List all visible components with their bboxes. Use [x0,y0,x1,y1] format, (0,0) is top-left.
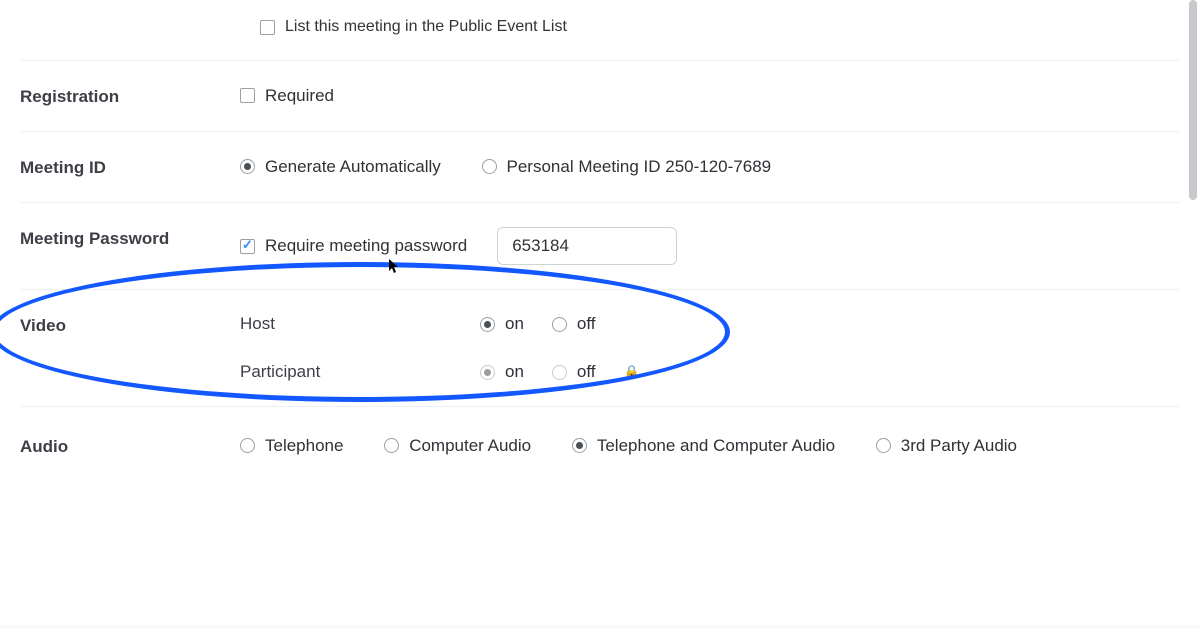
registration-row: Registration Required [20,61,1180,132]
meeting-id-auto-label: Generate Automatically [265,157,441,177]
registration-section-label: Registration [20,85,240,107]
audio-computer-radio[interactable] [384,438,399,453]
audio-both-radio[interactable] [572,438,587,453]
bottom-fade [0,624,1200,628]
lock-icon: 🔒 [624,364,640,380]
audio-telephone-label: Telephone [265,436,343,456]
scrollbar-thumb[interactable] [1189,0,1197,200]
video-participant-off-radio[interactable] [552,365,567,380]
require-password-checkbox[interactable] [240,239,255,254]
require-password-label: Require meeting password [265,236,467,256]
video-participant-label: Participant [240,362,480,382]
video-participant-on-radio[interactable] [480,365,495,380]
audio-row: Audio Telephone Computer Audio Telephone… [20,407,1180,487]
audio-thirdparty-radio[interactable] [876,438,891,453]
registration-required-label: Required [265,86,334,106]
audio-both-label: Telephone and Computer Audio [597,436,835,456]
video-host-off-radio[interactable] [552,317,567,332]
meeting-id-personal-label: Personal Meeting ID 250-120-7689 [507,157,772,177]
video-host-subrow: Host on off [240,314,1180,334]
video-participant-on-label: on [505,362,524,382]
public-event-list-checkbox[interactable] [260,20,275,35]
video-participant-off-label: off [577,362,596,382]
audio-computer-label: Computer Audio [409,436,531,456]
meeting-password-section-label: Meeting Password [20,227,240,249]
video-host-on-label: on [505,314,524,334]
public-event-list-label: List this meeting in the Public Event Li… [285,18,567,36]
public-event-list-row: List this meeting in the Public Event Li… [20,0,1180,61]
video-row: Video Host on off [20,290,1180,407]
meeting-password-input[interactable]: 653184 [497,227,677,265]
video-participant-subrow: Participant on off 🔒 [240,362,1180,382]
video-host-off-label: off [577,314,596,334]
video-section-label: Video [20,314,240,336]
meeting-id-section-label: Meeting ID [20,156,240,178]
meeting-id-personal-radio[interactable] [482,159,497,174]
meeting-password-row: Meeting Password Require meeting passwor… [20,203,1180,290]
audio-section-label: Audio [20,435,240,457]
meeting-id-row: Meeting ID Generate Automatically Person… [20,132,1180,203]
meeting-id-auto-radio[interactable] [240,159,255,174]
video-host-on-radio[interactable] [480,317,495,332]
registration-required-checkbox[interactable] [240,88,255,103]
video-host-label: Host [240,314,480,334]
audio-telephone-radio[interactable] [240,438,255,453]
audio-thirdparty-label: 3rd Party Audio [901,436,1017,456]
